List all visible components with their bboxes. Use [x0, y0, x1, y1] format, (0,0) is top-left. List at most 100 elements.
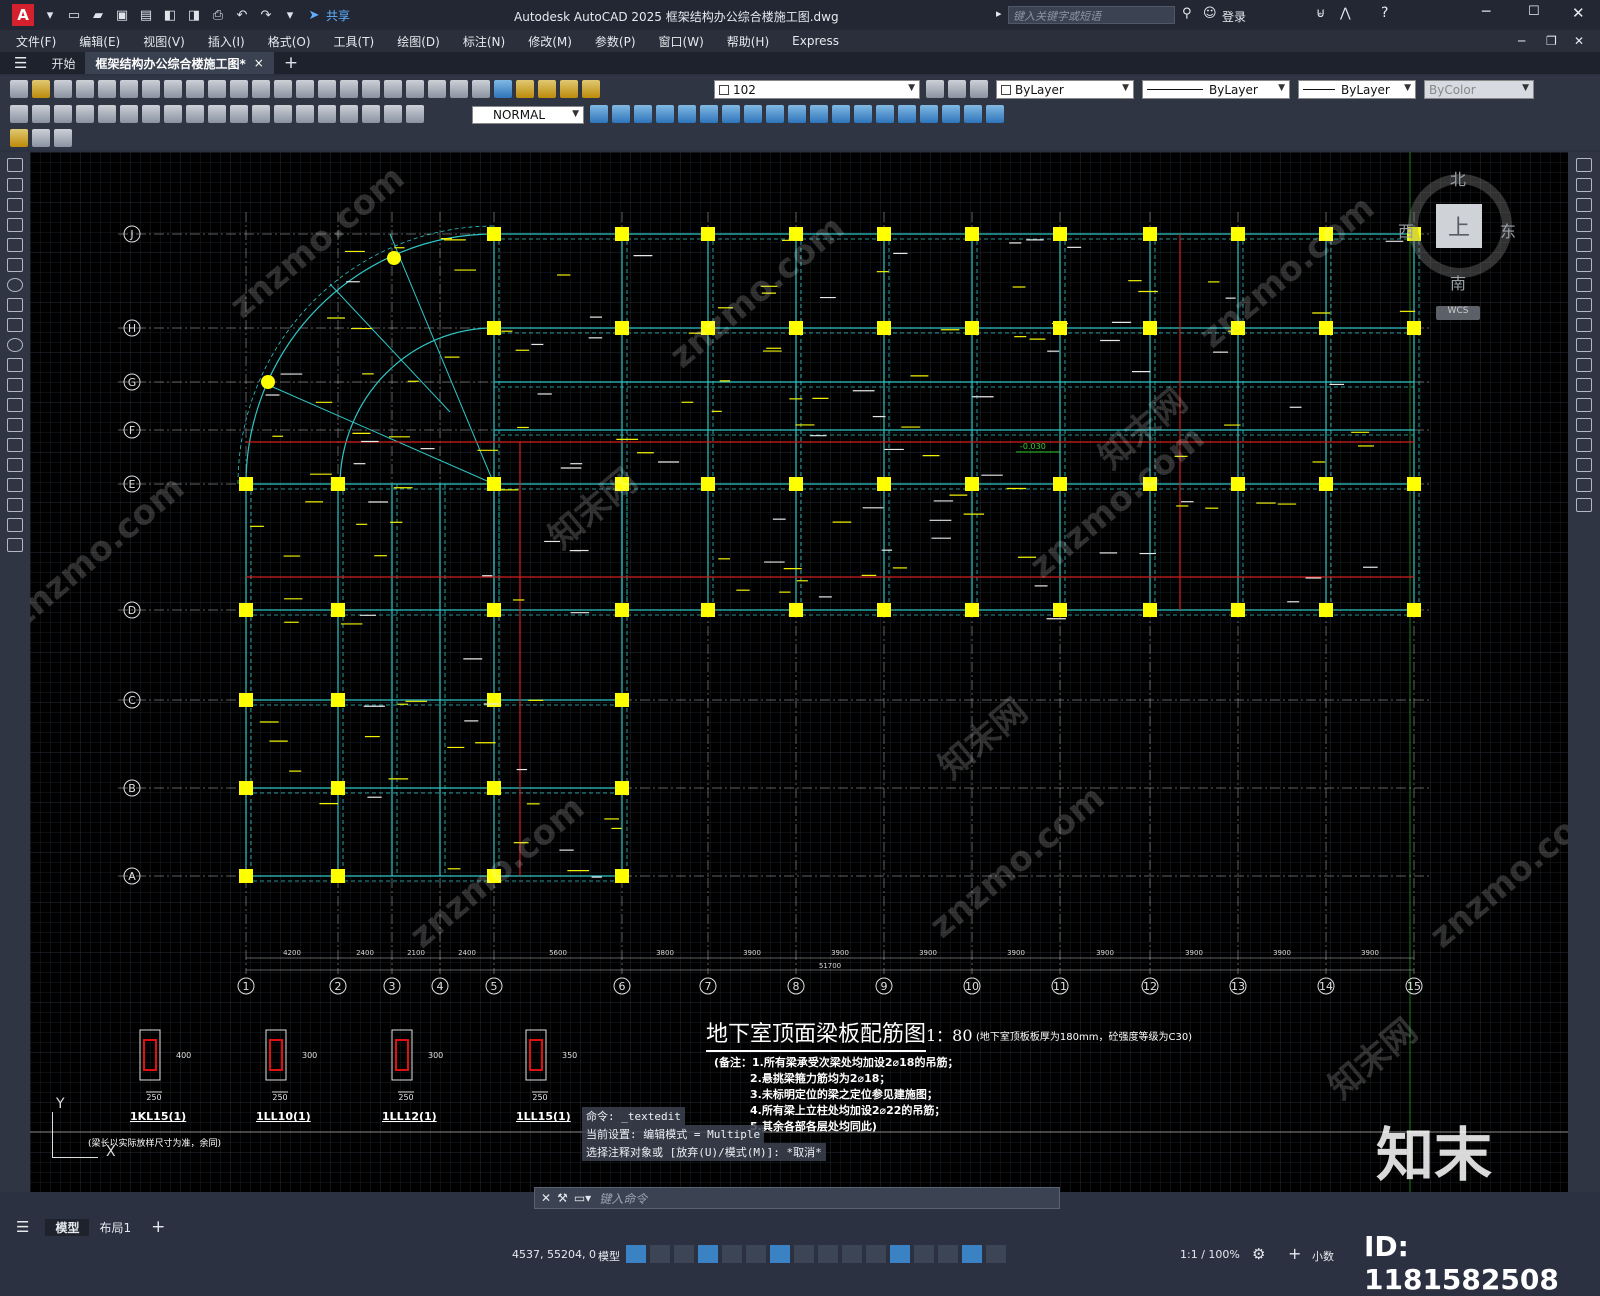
object-track-icon[interactable] — [746, 1245, 766, 1263]
coordinates-readout[interactable]: 4537, 55204, 0 — [512, 1248, 596, 1261]
extend-icon[interactable] — [810, 105, 828, 123]
jogged-dim-icon[interactable] — [120, 105, 138, 123]
layout-menu-icon[interactable]: ☰ — [0, 1218, 45, 1236]
color-dropdown[interactable]: ByLayer ▼ — [996, 80, 1134, 99]
menu-help[interactable]: 帮助(H) — [727, 33, 769, 50]
ellipse-icon[interactable] — [7, 338, 23, 352]
tab-document[interactable]: 框架结构办公综合楼施工图* × — [85, 52, 274, 74]
tab-start[interactable]: 开始 — [41, 52, 85, 74]
polyline-icon[interactable] — [7, 198, 23, 212]
arc-icon[interactable] — [7, 258, 23, 272]
quick-dim-icon[interactable] — [186, 105, 204, 123]
explode-icon[interactable] — [920, 105, 938, 123]
hatch-icon[interactable] — [7, 438, 23, 452]
offset-icon[interactable] — [656, 105, 674, 123]
cart-icon[interactable]: ⊌ — [1316, 6, 1326, 21]
new-file-icon[interactable]: ▭ — [65, 7, 83, 23]
isodraft-toggle-icon[interactable] — [722, 1245, 742, 1263]
jogged-linear-icon[interactable] — [340, 105, 358, 123]
calculator-icon[interactable] — [472, 80, 490, 98]
construction-line-icon[interactable] — [7, 178, 23, 192]
save-as-icon[interactable]: ▤ — [137, 7, 155, 23]
qnew-icon[interactable] — [10, 80, 28, 98]
make-block-icon[interactable] — [7, 398, 23, 412]
spline-icon[interactable] — [7, 318, 23, 332]
menu-view[interactable]: 视图(V) — [143, 33, 185, 50]
help-icon[interactable]: ? — [1381, 5, 1388, 21]
redo-icon[interactable] — [252, 80, 270, 98]
offset-icon[interactable] — [1576, 218, 1592, 232]
3d-osnap-icon[interactable] — [866, 1245, 886, 1263]
annotation-scale[interactable]: 1:1 / 100% — [1180, 1248, 1240, 1261]
group-icon[interactable] — [964, 105, 982, 123]
selection-cycle-icon[interactable] — [842, 1245, 862, 1263]
insert-block-icon[interactable] — [10, 129, 28, 147]
osnap-toggle-icon[interactable] — [770, 1245, 790, 1263]
break-icon[interactable] — [1576, 398, 1592, 412]
continue-dim-icon[interactable] — [230, 105, 248, 123]
open-icon[interactable] — [32, 80, 50, 98]
circle-icon[interactable] — [7, 278, 23, 292]
diameter-dim-icon[interactable] — [142, 105, 160, 123]
explode-icon[interactable] — [1576, 498, 1592, 512]
export-icon[interactable]: ◨ — [185, 7, 203, 23]
dimstyle-dropdown[interactable]: NORMAL ▼ — [472, 106, 584, 124]
polygon-icon[interactable] — [7, 218, 23, 232]
mtext-icon[interactable] — [7, 518, 23, 532]
publish-icon[interactable] — [120, 80, 138, 98]
scale-icon[interactable] — [744, 105, 762, 123]
tab-model[interactable]: 模型 — [45, 1218, 90, 1236]
center-mark-icon[interactable] — [296, 105, 314, 123]
join-icon[interactable] — [854, 105, 872, 123]
layer-properties-icon[interactable] — [516, 80, 534, 98]
minimize-icon[interactable]: ─ — [1482, 4, 1490, 20]
rotate-icon[interactable] — [1576, 278, 1592, 292]
model-space-toggle[interactable]: 模型 — [598, 1248, 620, 1264]
mdi-minimize-icon[interactable]: ─ — [1518, 34, 1525, 48]
revision-cloud-icon[interactable] — [7, 298, 23, 312]
redo-icon[interactable]: ↷ — [257, 7, 275, 23]
fillet-icon[interactable] — [1576, 458, 1592, 472]
tool-palettes-icon[interactable] — [406, 80, 424, 98]
save-icon[interactable] — [54, 80, 72, 98]
open-folder-icon[interactable]: ▰ — [89, 7, 107, 23]
trim-icon[interactable] — [788, 105, 806, 123]
stretch-icon[interactable] — [766, 105, 784, 123]
erase-icon[interactable] — [590, 105, 608, 123]
hamburger-menu-icon[interactable]: ☰ — [0, 54, 41, 72]
insert-block-icon[interactable] — [7, 378, 23, 392]
extend-icon[interactable] — [1576, 358, 1592, 372]
fillet-icon[interactable] — [898, 105, 916, 123]
search-input[interactable]: 键入关键字或短语 — [1008, 6, 1175, 24]
rectangle-icon[interactable] — [7, 238, 23, 252]
copy-icon[interactable] — [164, 80, 182, 98]
angular-dim-icon[interactable] — [164, 105, 182, 123]
chamfer-icon[interactable] — [876, 105, 894, 123]
dim-edit-icon[interactable] — [362, 105, 380, 123]
ellipse-arc-icon[interactable] — [7, 358, 23, 372]
selection-filter-icon[interactable] — [914, 1245, 934, 1263]
break-at-point-icon[interactable] — [1576, 378, 1592, 392]
add-layout-button[interactable]: + — [141, 1217, 175, 1237]
undo-icon[interactable] — [230, 80, 248, 98]
paste-icon[interactable] — [186, 80, 204, 98]
sheet-set-icon[interactable] — [428, 80, 446, 98]
move-icon[interactable] — [700, 105, 718, 123]
ortho-toggle-icon[interactable] — [674, 1245, 694, 1263]
zoom-window-icon[interactable] — [318, 80, 336, 98]
maximize-icon[interactable]: ☐ — [1528, 4, 1540, 19]
mirror-icon[interactable] — [634, 105, 652, 123]
wcs-button[interactable]: WCS — [1436, 306, 1480, 320]
arc-length-icon[interactable] — [54, 105, 72, 123]
workspace-gear-icon[interactable]: ⚙ — [1252, 1245, 1265, 1263]
command-recent-icon[interactable]: ▭▾ — [574, 1191, 591, 1205]
scale-icon[interactable] — [1576, 298, 1592, 312]
menu-window[interactable]: 窗口(W) — [659, 33, 704, 50]
dimtedit-icon[interactable] — [384, 105, 402, 123]
attribute-icon[interactable] — [54, 129, 72, 147]
viewcube-face[interactable]: 上 — [1436, 204, 1482, 248]
command-close-icon[interactable]: ✕ — [541, 1191, 551, 1205]
share-icon[interactable]: ➤ — [305, 7, 323, 23]
chamfer-icon[interactable] — [1576, 438, 1592, 452]
copy-icon[interactable] — [1576, 178, 1592, 192]
